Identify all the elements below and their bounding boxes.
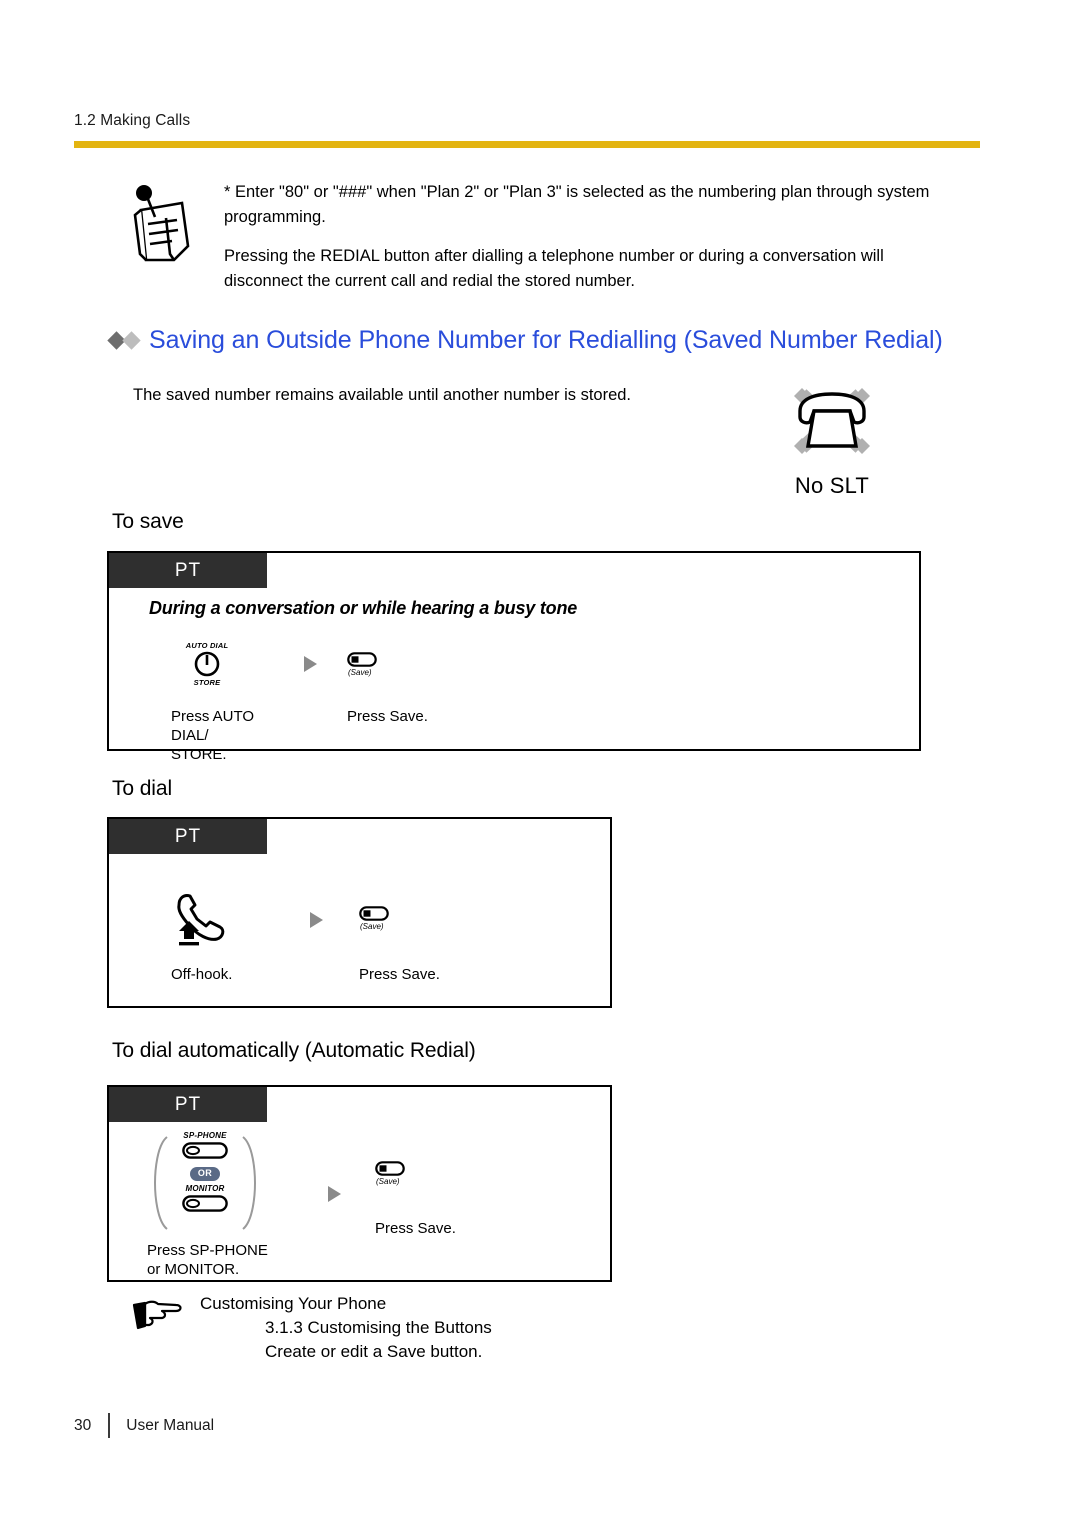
save-button-icon: (Save) <box>347 651 401 677</box>
cross-reference-details: 3.1.3 Customising the Buttons Create or … <box>265 1318 492 1361</box>
running-header: 1.2 Making Calls <box>74 112 191 129</box>
cross-reference-block: Customising Your Phone 3.1.3 Customising… <box>128 1292 688 1364</box>
auto-dial-label: AUTO DIAL <box>185 641 229 650</box>
save-button-caption: (Save) <box>376 1177 400 1186</box>
note-paragraph-2: Pressing the REDIAL button after diallin… <box>224 247 884 290</box>
cross-reference-title: Customising Your Phone <box>200 1294 387 1313</box>
save-button-caption: (Save) <box>348 667 372 677</box>
step-caption: Press AUTO DIAL/ STORE. <box>171 708 255 763</box>
page-footer: 30 User Manual <box>74 1413 214 1438</box>
monitor-label: MONITOR <box>185 1184 225 1193</box>
cross-reference-text: Customising Your Phone 3.1.3 Customising… <box>196 1292 688 1364</box>
store-label: STORE <box>193 678 221 687</box>
auto-dial-store-button-icon: AUTO DIAL STORE <box>171 641 243 687</box>
or-badge: OR <box>189 1167 221 1181</box>
note-text: * Enter "80" or "###" when "Plan 2" or "… <box>216 180 954 294</box>
sub-heading-to-dial: To dial <box>112 777 173 800</box>
steps-row: AUTO DIAL STORE Press AUTO DIAL/ STORE. <box>171 635 487 764</box>
step-arrow-icon <box>321 1165 347 1223</box>
note-block: * Enter "80" or "###" when "Plan 2" or "… <box>124 180 954 294</box>
step-caption: Press Save. <box>359 966 440 983</box>
page-title: Saving an Outside Phone Number for Redia… <box>107 323 990 357</box>
step-sp-phone-or-monitor: SP-PHONE OR MONITOR Press SP-PHONE or MO… <box>145 1131 297 1279</box>
procedure-box-to-dial-automatically: PT SP-PHONE OR MONITOR Press SP-PHONE or… <box>107 1085 612 1282</box>
procedure-condition: During a conversation or while hearing a… <box>149 598 578 618</box>
step-arrow-icon <box>303 891 329 949</box>
sub-heading-to-save: To save <box>112 510 184 533</box>
step-press-save: (Save) Press Save. <box>375 1131 515 1238</box>
pt-tab-label: PT <box>109 553 267 588</box>
step-auto-dial-store: AUTO DIAL STORE Press AUTO DIAL/ STORE. <box>171 635 289 764</box>
pt-tab-label: PT <box>109 1087 267 1122</box>
sp-phone-monitor-button-group-icon: SP-PHONE OR MONITOR <box>145 1131 265 1230</box>
step-caption: Off-hook. <box>171 966 233 983</box>
header-rule <box>74 141 980 148</box>
procedure-box-to-save: PT During a conversation or while hearin… <box>107 551 921 763</box>
note-paragraph-1: * Enter "80" or "###" when "Plan 2" or "… <box>224 183 930 226</box>
step-caption: Press SP-PHONE or MONITOR. <box>147 1242 268 1278</box>
step-press-save: (Save) Press Save. <box>347 635 487 726</box>
steps-row: SP-PHONE OR MONITOR Press SP-PHONE or MO… <box>145 1131 515 1279</box>
pointing-hand-icon <box>128 1292 196 1337</box>
save-button-caption: (Save) <box>360 921 384 931</box>
steps-row: Off-hook. (Save) Press Save. <box>171 887 499 984</box>
section-intro: The saved number remains available until… <box>133 386 632 404</box>
availability-badge-label: No SLT <box>794 473 870 498</box>
sp-phone-label: SP-PHONE <box>183 1131 227 1140</box>
page-title-text: Saving an Outside Phone Number for Redia… <box>149 325 943 354</box>
save-button-icon: (Save) <box>375 1161 429 1186</box>
step-off-hook: Off-hook. <box>171 887 281 984</box>
procedure-box-to-dial: PT Off-hook. (Save) Press Save. <box>107 817 612 1008</box>
sub-heading-to-dial-automatically: To dial automatically (Automatic Redial) <box>112 1039 476 1062</box>
manual-page: 1.2 Making Calls * Enter "80" or "###" w… <box>0 0 1080 1528</box>
step-caption: Press Save. <box>375 1220 456 1237</box>
step-caption: Press Save. <box>347 708 428 725</box>
save-button-icon: (Save) <box>359 905 413 931</box>
no-slt-phone-icon <box>794 388 870 454</box>
document-title: User Manual <box>126 1416 215 1434</box>
step-arrow-icon <box>297 635 323 693</box>
notepad-pin-icon <box>124 180 216 271</box>
pt-tab-label: PT <box>109 819 267 854</box>
page-number: 30 <box>74 1416 92 1434</box>
diamond-bullet-icon <box>107 323 141 356</box>
footer-divider <box>108 1413 111 1438</box>
off-hook-handset-icon <box>177 894 225 946</box>
step-press-save: (Save) Press Save. <box>359 887 499 984</box>
availability-badge: No SLT <box>772 386 892 499</box>
